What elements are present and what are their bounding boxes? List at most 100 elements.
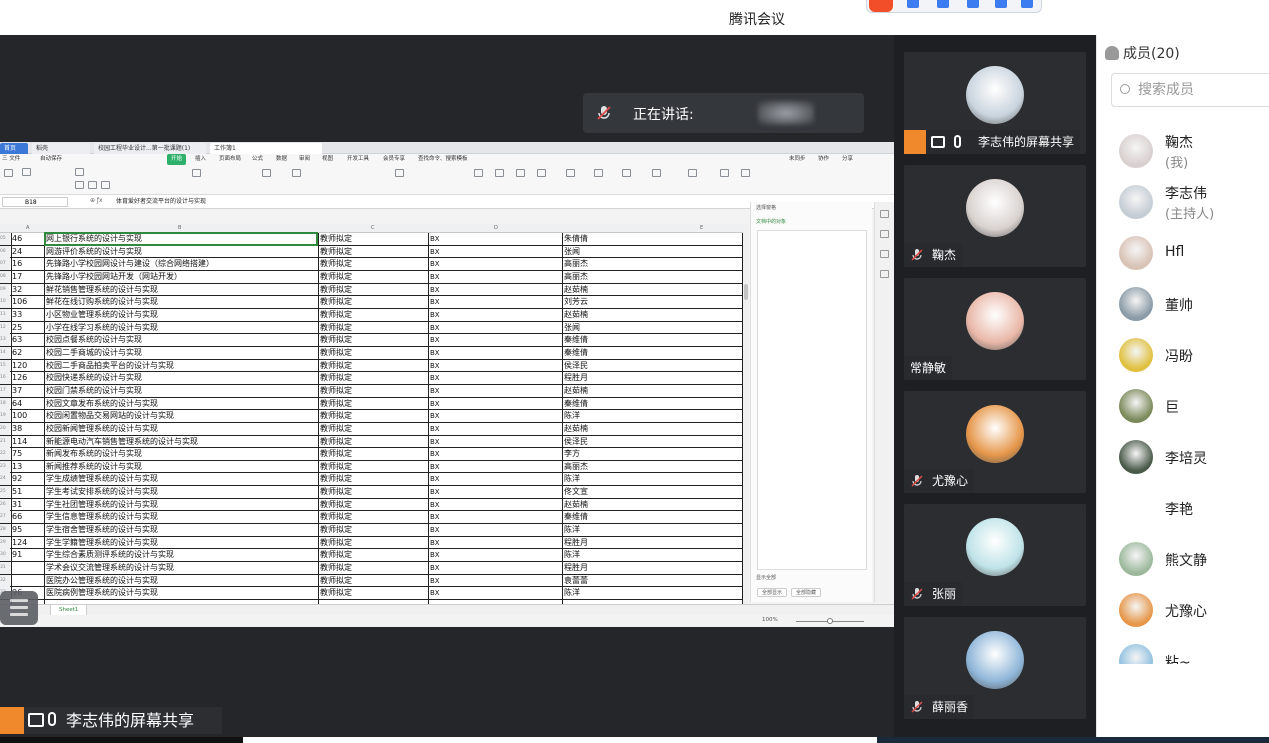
- col-d-header[interactable]: D: [494, 225, 498, 231]
- menu-page-layout[interactable]: 页面布局: [219, 154, 241, 165]
- cell-source[interactable]: 教师拟定: [320, 372, 428, 384]
- name-box[interactable]: B18: [2, 197, 68, 207]
- table-row[interactable]: 27 66 学生信息管理系统的设计与实现 教师拟定 BX 秦维倩: [0, 511, 748, 525]
- cell-teacher[interactable]: 陈洋: [564, 524, 744, 536]
- table-row[interactable]: 11 33 小区物业管理系统的设计与实现 教师拟定 BX 赵茹楠: [0, 308, 748, 322]
- cell-id[interactable]: 51: [12, 486, 44, 498]
- zoom-slider-knob[interactable]: [827, 618, 833, 624]
- table-row[interactable]: 26 31 学生社团管理系统的设计与实现 教师拟定 BX 赵茹楠: [0, 498, 748, 512]
- cell-source[interactable]: 教师拟定: [320, 296, 428, 308]
- cell-id[interactable]: 100: [12, 410, 44, 422]
- cell-teacher[interactable]: 赵茹楠: [564, 385, 744, 397]
- cell-id[interactable]: 95: [12, 524, 44, 536]
- cell-source[interactable]: 教师拟定: [320, 423, 428, 435]
- tab-workbook1[interactable]: 工作簿1: [210, 143, 322, 154]
- cell-type[interactable]: BX: [430, 410, 562, 422]
- tab-home[interactable]: 首页: [0, 143, 28, 154]
- table-row[interactable]: 28 95 学生宿舍管理系统的设计与实现 教师拟定 BX 陈洋: [0, 524, 748, 537]
- cell-id[interactable]: 124: [12, 537, 44, 549]
- col-e-header[interactable]: E: [700, 225, 703, 231]
- cell-id[interactable]: 66: [12, 511, 44, 523]
- cell-type[interactable]: BX: [430, 486, 562, 498]
- cell-teacher[interactable]: 程胜月: [564, 537, 744, 549]
- cell-topic[interactable]: 小区物业管理系统的设计与实现: [46, 309, 318, 321]
- cell-type[interactable]: BX: [430, 423, 562, 435]
- conditional-format-icon[interactable]: [395, 169, 404, 177]
- font-family-select[interactable]: [75, 168, 84, 176]
- cell-type[interactable]: BX: [430, 398, 562, 410]
- cell-teacher[interactable]: 侯泽民: [564, 360, 744, 372]
- cell-teacher[interactable]: 赵茹楠: [564, 284, 744, 296]
- cell-source[interactable]: 教师拟定: [320, 233, 428, 245]
- cell-topic[interactable]: 校园点餐系统的设计与实现: [46, 334, 318, 346]
- cell-topic[interactable]: 校园二手商品拍卖平台的设计与实现: [46, 360, 318, 372]
- table-row[interactable]: 23 13 新闻推荐系统的设计与实现 教师拟定 BX 高丽杰: [0, 460, 748, 474]
- cell-id[interactable]: 31: [12, 499, 44, 511]
- cell-id[interactable]: 92: [12, 473, 44, 485]
- bold-icon[interactable]: [75, 181, 84, 189]
- cell-teacher[interactable]: 朱倩倩: [564, 233, 744, 245]
- cell-topic[interactable]: 校园门禁系统的设计与实现: [46, 385, 318, 397]
- cell-type[interactable]: BX: [430, 309, 562, 321]
- cell-source[interactable]: 教师拟定: [320, 385, 428, 397]
- member-item[interactable]: 冯盼: [1119, 336, 1269, 376]
- video-tile[interactable]: 尤豫心: [904, 391, 1086, 493]
- table-row[interactable]: 14 62 校园二手商城的设计与实现 教师拟定 BX 秦维倩: [0, 346, 748, 360]
- cell-source[interactable]: 教师拟定: [320, 511, 428, 523]
- cell-source[interactable]: 教师拟定: [320, 537, 428, 549]
- cell-topic[interactable]: 学生成绩管理系统的设计与实现: [46, 473, 318, 485]
- member-item[interactable]: 董帅: [1119, 285, 1269, 325]
- table-row[interactable]: 06 24 网游评价系统的设计与实现 教师拟定 BX 张闻: [0, 245, 748, 259]
- italic-icon[interactable]: [88, 181, 97, 189]
- table-row[interactable]: 17 37 校园门禁系统的设计与实现 教师拟定 BX 赵茹楠: [0, 384, 748, 398]
- cell-type[interactable]: BX: [430, 549, 562, 561]
- cell-type[interactable]: BX: [430, 524, 562, 536]
- cell-type[interactable]: BX: [430, 347, 562, 359]
- table-row[interactable]: 19 100 校园闲置物品交易网站的设计与实现 教师拟定 BX 陈洋: [0, 410, 748, 423]
- member-item[interactable]: 鞠杰 (我): [1119, 132, 1269, 172]
- table-row[interactable]: 3396医院病例管理系统的设计与实现教师拟定BX陈洋: [0, 587, 748, 601]
- underline-icon[interactable]: [101, 181, 110, 189]
- cell-source[interactable]: 教师拟定: [320, 587, 428, 599]
- cell-topic[interactable]: 学生学籍管理系统的设计与实现: [46, 537, 318, 549]
- cell-type[interactable]: BX: [430, 499, 562, 511]
- cell-source[interactable]: 教师拟定: [320, 284, 428, 296]
- cell-teacher[interactable]: 陈洋: [564, 473, 744, 485]
- member-item[interactable]: 熊文静: [1119, 540, 1269, 580]
- cell-topic[interactable]: 鲜花销售管理系统的设计与实现: [46, 284, 318, 296]
- table-row[interactable]: 22 75 新闻发布系统的设计与实现 教师拟定 BX 李方: [0, 448, 748, 461]
- vertical-scrollbar[interactable]: [743, 224, 749, 604]
- sum-icon[interactable]: [474, 169, 483, 177]
- formula-input[interactable]: 体育爱好者交流平台的设计与实现: [116, 197, 748, 207]
- member-item[interactable]: 李志伟 (主持人): [1119, 183, 1269, 223]
- cell-id[interactable]: 106: [12, 296, 44, 308]
- cell-id[interactable]: 37: [12, 385, 44, 397]
- cell-source[interactable]: 教师拟定: [320, 562, 428, 574]
- cell-teacher[interactable]: 高丽杰: [564, 271, 744, 283]
- menu-unsynced[interactable]: 未同步: [789, 154, 806, 165]
- menu-review[interactable]: 审阅: [299, 154, 310, 165]
- cell-topic[interactable]: 校园新闻管理系统的设计与实现: [46, 423, 318, 435]
- floating-menu-button[interactable]: [0, 591, 38, 625]
- member-item[interactable]: 李艳: [1119, 489, 1269, 529]
- row-col-icon[interactable]: [566, 169, 575, 177]
- cell-source[interactable]: 教师拟定: [320, 334, 428, 346]
- video-tile[interactable]: 鞠杰: [904, 165, 1086, 267]
- cell-id[interactable]: 91: [12, 549, 44, 561]
- table-row[interactable]: 15 120 校园二手商品拍卖平台的设计与实现 教师拟定 BX 侯泽民: [0, 359, 748, 373]
- cell-teacher[interactable]: 秦维倩: [564, 347, 744, 359]
- cell-teacher[interactable]: 赵茹楠: [564, 423, 744, 435]
- table-row[interactable]: 16 126 校园快递系统的设计与实现 教师拟定 BX 程胜月: [0, 372, 748, 385]
- cell-teacher[interactable]: 陈洋: [564, 549, 744, 561]
- member-item[interactable]: 巨: [1119, 387, 1269, 427]
- table-row[interactable]: 09 32 鲜花销售管理系统的设计与实现 教师拟定 BX 赵茹楠: [0, 283, 748, 297]
- cell-id[interactable]: 62: [12, 347, 44, 359]
- col-b-header[interactable]: B: [178, 225, 181, 231]
- toolbar-tool-icon[interactable]: [995, 0, 1007, 8]
- cell-teacher[interactable]: 袁蕾蕾: [564, 575, 744, 587]
- cell-topic[interactable]: 小学在线学习系统的设计与实现: [46, 322, 318, 334]
- cell-id[interactable]: 32: [12, 284, 44, 296]
- cell-topic[interactable]: 先锋路小学校园网站开发（网站开发）: [46, 271, 318, 283]
- menu-search-command[interactable]: 查找命令、搜索模板: [418, 154, 468, 165]
- menu-autosave[interactable]: 自动保存: [40, 154, 62, 165]
